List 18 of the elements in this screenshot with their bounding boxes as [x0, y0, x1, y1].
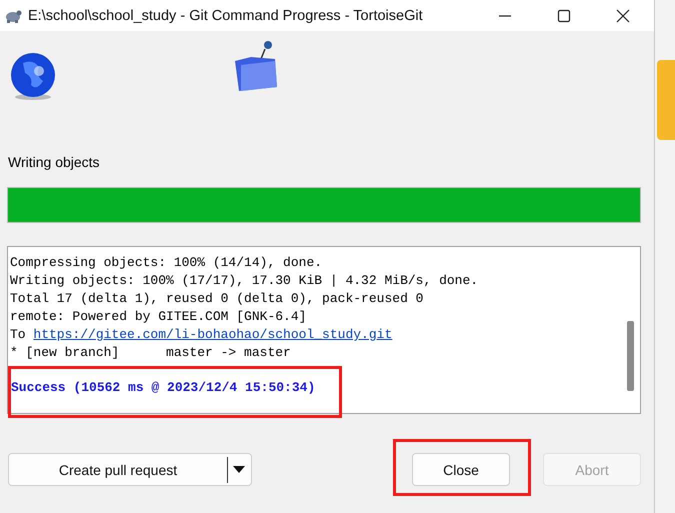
repository-link[interactable]: https://gitee.com/li-bohaohao/school_study.git	[33, 327, 392, 342]
log-prefix: To	[10, 327, 27, 342]
caret-icon[interactable]	[233, 466, 245, 474]
maximize-icon[interactable]	[557, 8, 571, 22]
log-line: Writing objects: 100% (17/17), 17.30 KiB | 4.32 MiB/s, done.	[10, 272, 480, 290]
window-title: E:\school\school_study - Git Command Progress - TortoiseGit	[28, 8, 423, 24]
status-label: Writing objects	[8, 154, 101, 170]
close-icon[interactable]	[616, 8, 630, 22]
log-line: * [new branch] master -> master	[10, 344, 292, 362]
turtle-icon	[4, 8, 22, 24]
log-line: Total 17 (delta 1), reused 0 (delta 0), pack-reused 0	[10, 290, 424, 308]
create-pull-request-button[interactable]: Create pull request	[8, 453, 252, 486]
log-line: remote: Powered by GITEE.COM [GNK-6.4]	[10, 308, 308, 326]
log-line: Compressing objects: 100% (14/14), done.	[10, 254, 324, 272]
scrollbar-thumb[interactable]	[626, 321, 634, 391]
close-button[interactable]: Close	[412, 453, 510, 486]
globe-icon	[9, 51, 57, 101]
success-message: Success (10562 ms @ 2023/12/4 15:50:34)	[11, 379, 316, 397]
